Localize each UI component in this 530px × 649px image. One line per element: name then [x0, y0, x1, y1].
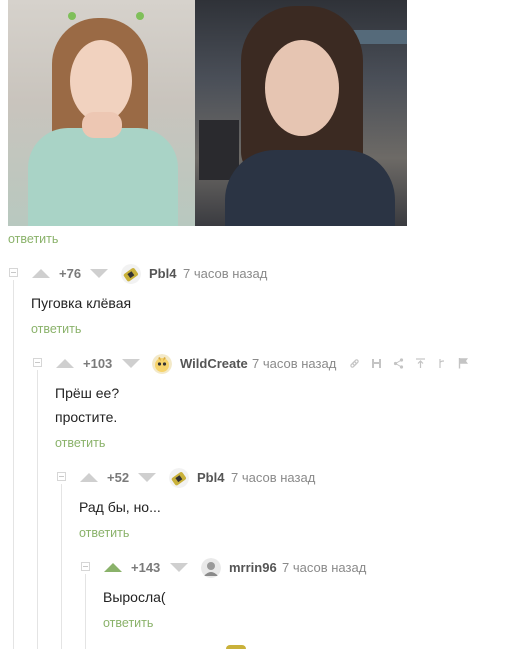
upvote-icon[interactable]: [32, 269, 50, 278]
child-photo: [8, 0, 195, 226]
comment-text: Прёш ее?: [55, 385, 120, 401]
downvote-icon[interactable]: [138, 473, 156, 482]
comment-rating: +143: [131, 560, 161, 575]
downvote-icon[interactable]: [122, 359, 140, 368]
comment-username[interactable]: Pbl4: [197, 470, 224, 485]
collapse-toggle[interactable]: [9, 268, 18, 277]
comment-username[interactable]: WildCreate: [180, 356, 248, 371]
avatar[interactable]: [201, 558, 221, 578]
comment-timestamp[interactable]: 7 часов назад: [282, 560, 366, 575]
reply-link[interactable]: ответить: [79, 526, 129, 540]
upvote-icon[interactable]: [56, 359, 74, 368]
downvote-icon[interactable]: [90, 269, 108, 278]
comment-username[interactable]: mrrin96: [229, 560, 277, 575]
comment-timestamp[interactable]: 7 часов назад: [231, 470, 315, 485]
avatar[interactable]: [152, 354, 172, 374]
avatar[interactable]: [169, 468, 189, 488]
comment-username[interactable]: Pbl4: [149, 266, 176, 281]
share-icon[interactable]: [393, 358, 404, 373]
comment-rating: +76: [59, 266, 82, 281]
reply-link[interactable]: ответить: [103, 616, 153, 630]
avatar[interactable]: [226, 645, 246, 649]
comment-rating: +52: [107, 470, 130, 485]
thread-rail[interactable]: [85, 574, 86, 649]
scroll-up-icon[interactable]: [415, 358, 426, 373]
comment-text: простите.: [55, 409, 118, 425]
collapse-toggle[interactable]: [57, 472, 66, 481]
collapse-toggle[interactable]: [33, 358, 42, 367]
comment-rating: +103: [83, 356, 113, 371]
avatar[interactable]: [121, 264, 141, 284]
comment-timestamp[interactable]: 7 часов назад: [183, 266, 267, 281]
comment-timestamp[interactable]: 7 часов назад: [252, 356, 336, 371]
save-icon[interactable]: [371, 358, 382, 373]
link-icon[interactable]: [349, 358, 360, 373]
thread-rail[interactable]: [37, 370, 38, 649]
post-reply-link[interactable]: ответить: [8, 232, 58, 246]
comment-text: Пуговка клёвая: [31, 295, 132, 311]
post-image[interactable]: [8, 0, 407, 226]
reply-link[interactable]: ответить: [55, 436, 105, 450]
branch-icon[interactable]: [437, 358, 448, 373]
thread-rail[interactable]: [61, 484, 62, 649]
teen-photo: [195, 0, 407, 226]
downvote-icon[interactable]: [170, 563, 188, 572]
comment-text: Выросла(: [103, 589, 166, 605]
upvote-icon[interactable]: [80, 473, 98, 482]
collapse-toggle[interactable]: [81, 562, 90, 571]
upvote-icon[interactable]: [104, 563, 122, 572]
flag-icon[interactable]: [458, 357, 469, 373]
comment-text: Рад бы, но...: [79, 499, 161, 515]
reply-link[interactable]: ответить: [31, 322, 81, 336]
thread-rail[interactable]: [13, 280, 14, 649]
